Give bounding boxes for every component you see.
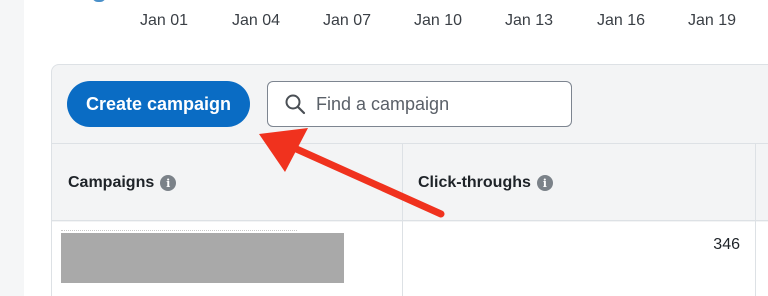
create-campaign-button[interactable]: Create campaign	[67, 81, 250, 127]
info-icon[interactable]: i	[160, 175, 177, 191]
column-header-label: Click-throughs	[418, 174, 531, 191]
column-header-label: Campaigns	[68, 174, 155, 191]
column-divider	[755, 143, 756, 296]
column-divider	[402, 143, 403, 296]
date-tick: Jan 16	[597, 12, 646, 29]
date-tick: Jan 01	[140, 12, 189, 29]
date-tick: Jan 07	[323, 12, 372, 29]
info-icon[interactable]: i	[536, 175, 553, 191]
search-icon	[284, 93, 306, 115]
column-header-click-throughs[interactable]: Click-throughs i	[418, 174, 553, 192]
date-tick: Jan 10	[414, 12, 463, 29]
search-input[interactable]	[316, 93, 556, 115]
search-box[interactable]	[267, 81, 572, 127]
redaction-border	[61, 230, 297, 232]
date-tick: Jan 13	[505, 12, 554, 29]
column-header-campaigns[interactable]: Campaigns i	[68, 174, 177, 192]
date-tick: Jan 04	[232, 12, 281, 29]
left-rail	[0, 0, 24, 296]
redacted-campaign-name	[61, 233, 344, 283]
click-throughs-value: 346	[713, 236, 740, 253]
date-tick: Jan 19	[688, 12, 737, 29]
chart-line-fragment	[92, 0, 106, 2]
